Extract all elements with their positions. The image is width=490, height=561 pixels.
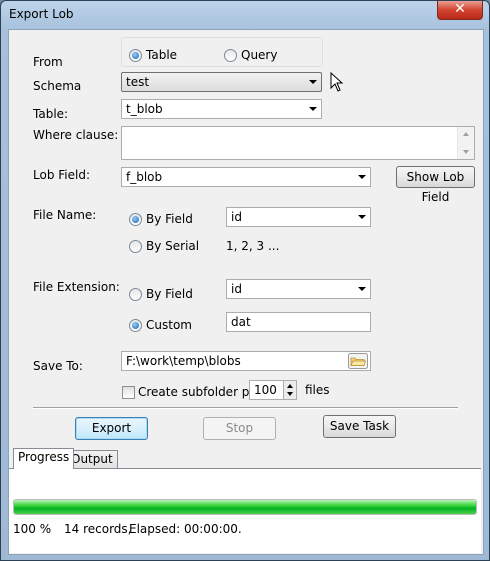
chevron-down-icon — [358, 287, 366, 291]
extension-custom-input[interactable]: dat — [226, 312, 371, 332]
subfolder-count-value: 100 — [254, 383, 277, 397]
from-table-radio[interactable] — [129, 49, 142, 62]
extension-field-value: id — [231, 282, 242, 296]
where-clause-label: Where clause: — [33, 128, 119, 142]
scroll-down-icon[interactable] — [463, 150, 469, 154]
export-lob-window: Export Lob ✕ From Table Query Schema tes… — [0, 0, 490, 561]
from-label: From — [33, 55, 63, 69]
lob-field-label: Lob Field: — [33, 168, 90, 182]
schema-label: Schema — [33, 79, 82, 93]
where-clause-input[interactable] — [121, 126, 475, 160]
extension-custom-value: dat — [231, 315, 251, 329]
file-name-field-value: id — [231, 210, 242, 224]
from-query-label[interactable]: Query — [241, 48, 277, 62]
file-name-by-field-label[interactable]: By Field — [146, 212, 193, 226]
file-name-by-serial-radio[interactable] — [129, 240, 142, 253]
title-bar[interactable]: Export Lob ✕ — [1, 1, 489, 29]
export-button[interactable]: Export — [75, 417, 148, 440]
progress-bar — [13, 499, 477, 515]
from-group: Table Query — [121, 37, 323, 67]
file-name-by-field-radio[interactable] — [129, 213, 142, 226]
stop-button[interactable]: Stop — [203, 417, 276, 440]
folder-icon[interactable] — [348, 353, 368, 369]
progress-elapsed: Elapsed: 00:00:00. — [129, 522, 242, 536]
extension-by-field-label[interactable]: By Field — [146, 287, 193, 301]
extension-custom-radio[interactable] — [129, 319, 142, 332]
close-button[interactable]: ✕ — [437, 1, 483, 20]
lob-field-select[interactable]: f_blob — [121, 167, 371, 187]
progress-percent: 100 % — [13, 522, 52, 536]
window-title: Export Lob — [9, 7, 74, 21]
save-to-label: Save To: — [33, 359, 83, 373]
files-label: files — [305, 383, 330, 397]
chevron-down-icon — [358, 175, 366, 179]
save-to-path: F:\work\temp\blobs — [126, 354, 241, 368]
subfolder-count-input[interactable]: 100 — [249, 380, 285, 400]
file-name-by-serial-label[interactable]: By Serial — [146, 239, 199, 253]
subfolder-count-stepper[interactable] — [283, 380, 297, 400]
subfolder-checkbox[interactable] — [122, 386, 135, 399]
file-name-field-select[interactable]: id — [226, 207, 371, 227]
schema-select[interactable]: test — [121, 72, 322, 92]
save-to-input[interactable]: F:\work\temp\blobs — [121, 351, 371, 371]
table-value: t_blob — [126, 102, 163, 116]
chevron-down-icon — [358, 215, 366, 219]
progress-bar-fill — [14, 500, 476, 514]
file-extension-label: File Extension: — [33, 280, 120, 294]
dialog-body: From Table Query Schema test Table: t_bl… — [8, 29, 484, 555]
table-select[interactable]: t_blob — [121, 99, 322, 119]
chevron-down-icon — [309, 107, 317, 111]
close-icon[interactable]: ✕ — [454, 1, 466, 17]
serial-example: 1, 2, 3 ... — [226, 239, 280, 253]
progress-records: 14 records, — [64, 522, 132, 536]
from-query-radio[interactable] — [224, 49, 237, 62]
extension-custom-label[interactable]: Custom — [146, 318, 192, 332]
save-task-button[interactable]: Save Task — [323, 415, 396, 438]
where-clause-scrollbar[interactable] — [457, 127, 474, 159]
tab-progress[interactable]: Progress — [13, 448, 75, 469]
lob-field-value: f_blob — [126, 170, 163, 184]
mouse-cursor-icon — [330, 72, 344, 92]
divider — [33, 407, 458, 409]
chevron-down-icon — [309, 80, 317, 84]
scroll-up-icon[interactable] — [463, 132, 469, 136]
progress-panel: 100 % 14 records, Elapsed: 00:00:00. — [9, 468, 481, 553]
extension-by-field-radio[interactable] — [129, 288, 142, 301]
from-table-label[interactable]: Table — [146, 48, 177, 62]
schema-value: test — [126, 75, 150, 89]
show-lob-field-button[interactable]: Show Lob Field — [396, 166, 475, 204]
file-name-label: File Name: — [33, 208, 97, 222]
subfolder-label[interactable]: Create subfolder per — [138, 385, 262, 399]
extension-field-select[interactable]: id — [226, 279, 371, 299]
table-label: Table: — [33, 107, 69, 121]
